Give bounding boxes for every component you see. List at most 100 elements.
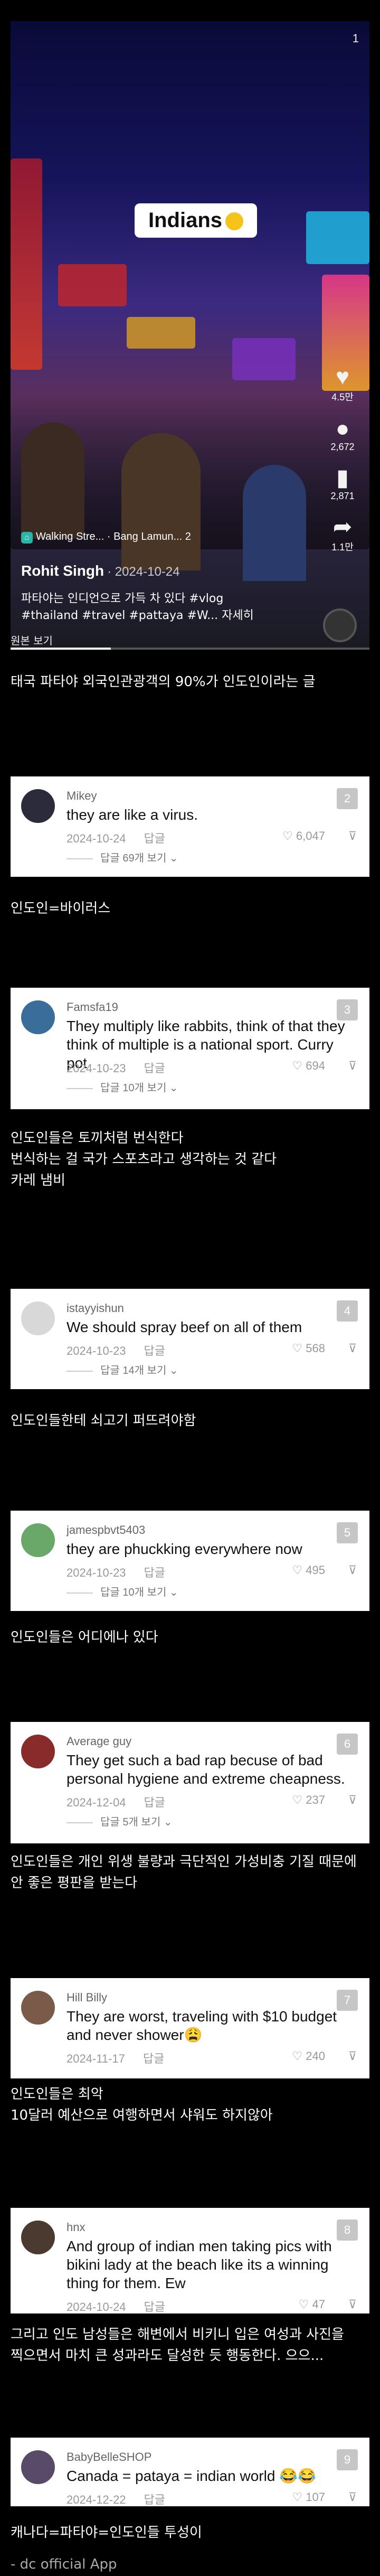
video-author[interactable]: Rohit Singh · 2024-10-24 — [21, 563, 180, 579]
bookmark-icon: ▮ — [336, 465, 349, 491]
dislike-icon[interactable]: ⊽ — [348, 1342, 357, 1355]
avatar[interactable] — [21, 2450, 55, 2484]
comment-date: 2024-12-04 — [66, 1796, 126, 1809]
comment-date: 2024-10-24 — [66, 2300, 126, 2313]
translation-line: 번식하는 걸 국가 스포츠라고 생각하는 것 같다 — [11, 1151, 277, 1167]
heart-outline-icon: ♡ — [292, 2049, 303, 2063]
translation-line: 인도인들은 개인 위생 불량과 극단적인 가성비충 기질 때문에 — [11, 1854, 357, 1870]
heart-outline-icon: ♡ — [292, 2490, 303, 2504]
translation-line: 찍으면서 마치 큰 성과라도 달성한 듯 행동한다. 으으... — [11, 2348, 324, 2364]
dislike-icon[interactable]: ⊽ — [348, 2298, 357, 2311]
comment-meta: 2024-10-24 답글 — [66, 2298, 165, 2315]
comment-username[interactable]: BabyBelleSHOP — [66, 2450, 151, 2464]
like-count[interactable]: ♡ 237 — [292, 1793, 325, 1807]
avatar[interactable] — [21, 1301, 55, 1335]
comment-username[interactable]: Famsfa19 — [66, 1000, 118, 1014]
comment-username[interactable]: hnx — [66, 2221, 85, 2234]
translation-line: 인도인=바이러스 — [11, 901, 111, 916]
original-view-link[interactable]: 원본 보기 — [11, 632, 53, 648]
comment-username[interactable]: Hill Billy — [66, 1991, 107, 2004]
heart-outline-icon: ♡ — [282, 829, 293, 842]
comment-meta: 2024-10-23 답글 — [66, 1563, 165, 1580]
like-count[interactable]: ♡ 495 — [292, 1563, 325, 1577]
comment-text: they are phuckking everywhere now — [66, 1541, 302, 1557]
neon-sign — [11, 158, 42, 370]
translation-line: 캐나다=파타야=인도인들 투성이 — [11, 2525, 202, 2541]
view-replies-button[interactable]: 답글 69개 보기 ⌄ — [66, 849, 178, 865]
comment-date: 2024-10-24 — [66, 832, 126, 845]
dislike-icon[interactable]: ⊽ — [348, 2490, 357, 2504]
video-player[interactable]: 1 Indians ♥ 4.5만 ● 2,672 ▮ 2,871 ➦ 1.1만 ⌂ Wal… — [11, 21, 369, 650]
view-replies-button[interactable]: 답글 10개 보기 ⌄ — [66, 1584, 178, 1599]
avatar[interactable] — [21, 1735, 55, 1768]
comment-button[interactable]: ● 2,672 — [324, 416, 361, 453]
translation-line: 10달러 예산으로 여행하면서 샤워도 하지않아 — [11, 2107, 273, 2123]
comment-meta: 2024-12-22 답글 — [66, 2490, 165, 2507]
comment-date: 2024-11-17 — [66, 2052, 125, 2065]
comment-text: Canada = pataya = indian world 😂😂 — [66, 2468, 316, 2484]
comment-username[interactable]: jamespbvt5403 — [66, 1523, 145, 1537]
dislike-icon[interactable]: ⊽ — [348, 2049, 357, 2063]
comment-card: istayyishun 4 We should spray beef on al… — [11, 1289, 369, 1389]
heart-outline-icon: ♡ — [292, 1563, 303, 1577]
avatar[interactable] — [21, 2221, 55, 2254]
source-label: - dc official App — [11, 2556, 117, 2572]
music-disc-icon[interactable] — [323, 608, 357, 642]
avatar[interactable] — [21, 1000, 55, 1034]
comment-text: they are like a virus. — [66, 807, 198, 823]
post-title: 태국 파타야 외국인관광객의 90%가 인도인이라는 글 — [11, 674, 316, 690]
reply-button[interactable]: 답글 — [144, 832, 165, 845]
comment-card: Hill Billy 7 They are worst, traveling w… — [11, 1978, 369, 2078]
comment-username[interactable]: Average guy — [66, 1735, 131, 1748]
like-count[interactable]: ♡ 6,047 — [282, 829, 325, 843]
translation-line: 인도인들한테 쇠고기 퍼뜨려야함 — [11, 1413, 196, 1429]
avatar[interactable] — [21, 1523, 55, 1557]
reply-button[interactable]: 답글 — [144, 1062, 165, 1075]
reply-button[interactable]: 답글 — [144, 1566, 165, 1579]
heart-outline-icon: ♡ — [292, 1059, 303, 1072]
view-replies-button[interactable]: 답글 5개 보기 ⌄ — [66, 1813, 173, 1829]
translation-line: 인도인들은 토끼처럼 번식한다 — [11, 1130, 184, 1146]
comment-translation: 인도인들한테 쇠고기 퍼뜨려야함 — [11, 1410, 196, 1431]
like-count[interactable]: ♡ 694 — [292, 1059, 325, 1073]
view-replies-button[interactable]: 답글 10개 보기 ⌄ — [66, 1079, 178, 1094]
location-tag[interactable]: ⌂ Walking Stre... · Bang Lamun... 2 — [21, 531, 191, 544]
comment-meta: 2024-10-23 답글 — [66, 1342, 165, 1359]
dislike-icon[interactable]: ⊽ — [348, 1059, 357, 1073]
comment-translation: 인도인=바이러스 — [11, 898, 110, 919]
reply-button[interactable]: 답글 — [144, 2493, 165, 2506]
save-button[interactable]: ▮ 2,871 — [324, 465, 361, 502]
dislike-icon[interactable]: ⊽ — [348, 1793, 357, 1807]
avatar[interactable] — [21, 789, 55, 823]
dislike-icon[interactable]: ⊽ — [348, 829, 357, 843]
neon-sign — [127, 317, 195, 349]
comment-card: hnx 8 And group of indian men taking pic… — [11, 2208, 369, 2313]
reply-button[interactable]: 답글 — [143, 2052, 164, 2065]
heart-outline-icon: ♡ — [298, 2298, 309, 2311]
reply-button[interactable]: 답글 — [144, 1344, 165, 1357]
heart-icon: ♥ — [335, 364, 350, 390]
dislike-icon[interactable]: ⊽ — [348, 1563, 357, 1577]
comment-card: BabyBelleSHOP 9 Canada = pataya = indian… — [11, 2438, 369, 2506]
reply-button[interactable]: 답글 — [144, 1796, 165, 1809]
like-button[interactable]: ♥ 4.5만 — [324, 364, 361, 404]
comment-translation: 인도인들은 토끼처럼 번식한다번식하는 걸 국가 스포츠라고 생각하는 것 같다… — [11, 1128, 277, 1191]
video-description: 파타야는 인디언으로 가득 차 있다 #vlog #thailand #trav… — [21, 592, 254, 622]
like-count[interactable]: ♡ 568 — [292, 1342, 325, 1355]
page-number: 1 — [352, 32, 359, 45]
reply-button[interactable]: 답글 — [144, 2300, 165, 2313]
like-count[interactable]: ♡ 47 — [299, 2298, 325, 2311]
chevron-down-icon: ⌄ — [169, 1587, 178, 1598]
comment-username[interactable]: Mikey — [66, 789, 97, 803]
avatar[interactable] — [21, 1991, 55, 2025]
video-progress-bar[interactable] — [11, 648, 369, 650]
share-button[interactable]: ➦ 1.1만 — [324, 514, 361, 554]
comment-username[interactable]: istayyishun — [66, 1301, 124, 1315]
like-count[interactable]: ♡ 107 — [292, 2490, 325, 2504]
person-figure — [21, 423, 84, 539]
comment-card: jamespbvt5403 5 they are phuckking every… — [11, 1511, 369, 1611]
view-replies-button[interactable]: 답글 14개 보기 ⌄ — [66, 1362, 178, 1377]
like-count[interactable]: ♡ 240 — [292, 2049, 325, 2063]
comment-meta: 2024-10-24 답글 — [66, 829, 165, 846]
location-pin-icon: ⌂ — [21, 532, 33, 544]
